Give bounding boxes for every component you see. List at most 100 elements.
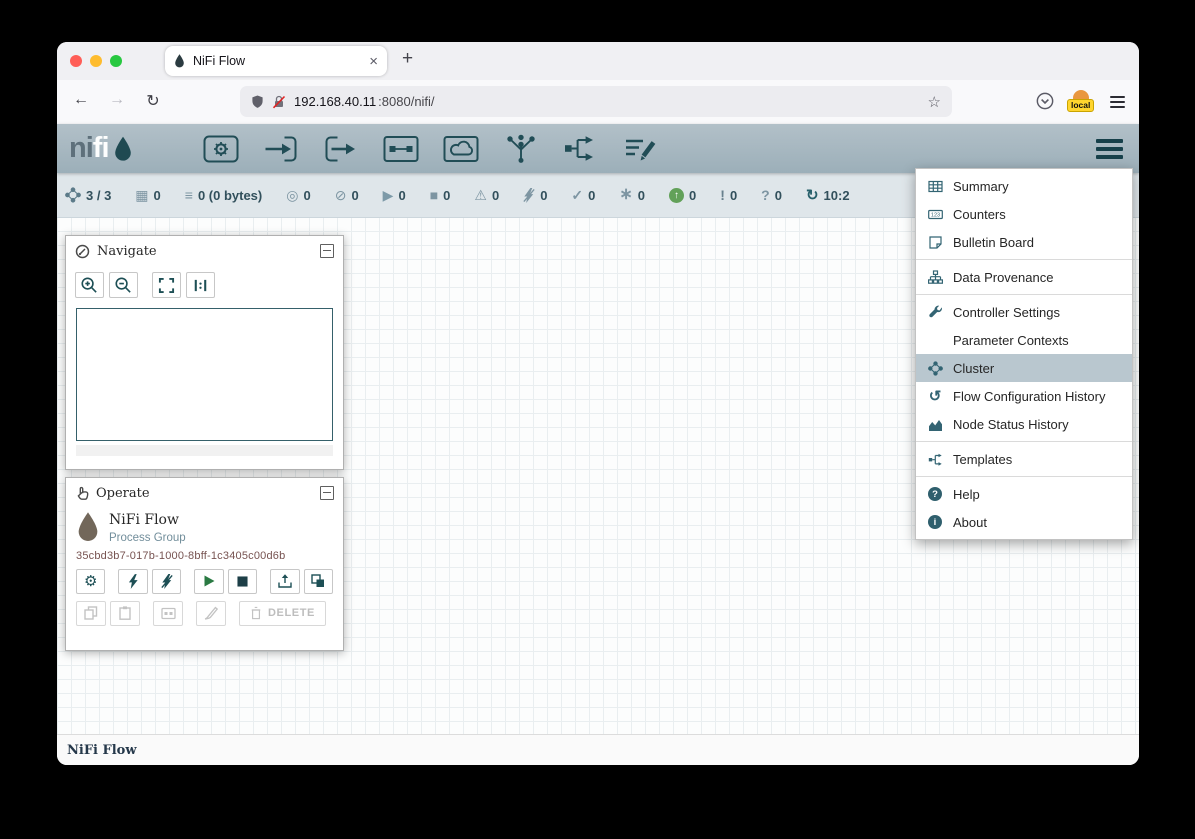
- zoom-in-button[interactable]: [75, 272, 104, 298]
- menu-item-data-provenance[interactable]: Data Provenance: [916, 263, 1132, 291]
- funnel-icon[interactable]: [503, 134, 539, 164]
- menu-item-about[interactable]: i About: [916, 508, 1132, 536]
- status-stale: ↑ 0: [669, 188, 696, 203]
- menu-item-summary[interactable]: Summary: [916, 172, 1132, 200]
- start-button[interactable]: [194, 569, 223, 594]
- running-count: 0: [398, 188, 405, 203]
- stop-button[interactable]: [228, 569, 257, 594]
- firefox-menu-button[interactable]: [1110, 96, 1125, 108]
- refresh-icon[interactable]: ↻: [806, 188, 819, 203]
- sync-failure-count: 0: [775, 188, 782, 203]
- bulletin-board-icon: [928, 235, 943, 250]
- menu-divider: [916, 441, 1132, 442]
- remote-process-group-icon[interactable]: [443, 134, 479, 164]
- data-provenance-icon: [928, 270, 943, 285]
- zoom-out-button[interactable]: [109, 272, 138, 298]
- disable-button[interactable]: [152, 569, 181, 594]
- upload-template-button[interactable]: [270, 569, 299, 594]
- reload-button[interactable]: ↻: [141, 91, 165, 111]
- lightning-slash-icon: [161, 574, 173, 589]
- birdseye-minimap[interactable]: [76, 308, 333, 441]
- url-host: 192.168.40.11: [294, 94, 376, 109]
- menu-item-label: Controller Settings: [953, 305, 1060, 320]
- zoom-actual-size-button[interactable]: [186, 272, 215, 298]
- operate-panel-header[interactable]: Operate: [66, 478, 343, 508]
- paste-button[interactable]: [110, 601, 140, 626]
- menu-item-flow-configuration-history[interactable]: ↺ Flow Configuration History: [916, 382, 1132, 410]
- extension-button[interactable]: local: [1071, 90, 1093, 112]
- zoom-out-icon: [114, 276, 133, 295]
- invalid-icon: ⚠: [474, 188, 487, 202]
- fill-color-button[interactable]: [196, 601, 226, 626]
- menu-item-cluster[interactable]: Cluster: [916, 354, 1132, 382]
- zoom-actual-size-icon: [192, 277, 209, 294]
- group-button[interactable]: [153, 601, 183, 626]
- zoom-fit-button[interactable]: [152, 272, 181, 298]
- component-toolbar: [203, 134, 659, 164]
- zoom-window-button[interactable]: [110, 55, 122, 67]
- menu-item-label: Templates: [953, 452, 1012, 467]
- close-window-button[interactable]: [70, 55, 82, 67]
- input-port-icon[interactable]: [263, 134, 299, 164]
- status-queued: ≡ 0 (0 bytes): [185, 188, 262, 203]
- create-template-button[interactable]: [304, 569, 333, 594]
- menu-item-label: Flow Configuration History: [953, 389, 1105, 404]
- template-icon[interactable]: [563, 134, 599, 164]
- url-bar[interactable]: 192.168.40.11 :8080/nifi/ ☆: [240, 86, 952, 117]
- menu-item-counters[interactable]: 123 Counters: [916, 200, 1132, 228]
- navigate-panel-header[interactable]: Navigate: [66, 236, 343, 266]
- logo-text-fi: fi: [93, 132, 109, 165]
- shield-icon[interactable]: [251, 95, 264, 109]
- menu-item-label: Counters: [953, 207, 1006, 222]
- minimize-window-button[interactable]: [90, 55, 102, 67]
- processor-icon[interactable]: [203, 134, 239, 164]
- status-up-to-date: ✓ 0: [571, 188, 595, 203]
- up-to-date-count: 0: [588, 188, 595, 203]
- output-port-icon[interactable]: [323, 134, 359, 164]
- menu-item-help[interactable]: ? Help: [916, 480, 1132, 508]
- configuration-button[interactable]: ⚙: [76, 569, 105, 594]
- enable-button[interactable]: [118, 569, 147, 594]
- not-transmitting-icon: ⊘: [335, 188, 347, 202]
- collapse-navigate-button[interactable]: [320, 244, 334, 258]
- play-icon: [203, 575, 215, 587]
- locally-modified-count: 0: [638, 188, 645, 203]
- bookmark-star-icon[interactable]: ☆: [928, 93, 941, 111]
- menu-item-controller-settings[interactable]: Controller Settings: [916, 298, 1132, 326]
- insecure-lock-icon[interactable]: [272, 95, 286, 109]
- back-button[interactable]: ←: [69, 91, 93, 109]
- forward-button[interactable]: →: [105, 91, 129, 109]
- menu-item-parameter-contexts[interactable]: Parameter Contexts: [916, 326, 1132, 354]
- copy-button[interactable]: [76, 601, 106, 626]
- stale-icon: ↑: [669, 188, 684, 203]
- cluster-icon: [928, 361, 943, 376]
- selected-component: NiFi Flow Process Group: [66, 508, 343, 544]
- nifi-global-menu-button[interactable]: [1096, 139, 1123, 159]
- url-path: :8080/nifi/: [378, 94, 434, 109]
- refresh-status[interactable]: ↻ 10:2: [806, 188, 850, 203]
- flow-drop-icon: [76, 512, 100, 542]
- about-icon: i: [928, 515, 942, 529]
- menu-item-templates[interactable]: Templates: [916, 445, 1132, 473]
- active-threads-icon: ▦: [135, 188, 148, 202]
- collapse-operate-button[interactable]: [320, 486, 334, 500]
- group-icon: [161, 607, 176, 620]
- new-tab-button[interactable]: +: [402, 48, 413, 70]
- navigate-toolbar: [66, 266, 343, 300]
- menu-item-bulletin-board[interactable]: Bulletin Board: [916, 228, 1132, 256]
- label-icon[interactable]: [623, 134, 659, 164]
- menu-divider: [916, 476, 1132, 477]
- compass-icon: [75, 244, 90, 259]
- menu-item-label: Data Provenance: [953, 270, 1053, 285]
- close-tab-icon[interactable]: ×: [369, 54, 378, 69]
- status-sync-failure: ? 0: [761, 188, 782, 203]
- wrench-icon: [928, 305, 943, 320]
- browser-tab[interactable]: NiFi Flow ×: [165, 46, 387, 76]
- menu-item-label: Help: [953, 487, 980, 502]
- menu-item-node-status-history[interactable]: Node Status History: [916, 410, 1132, 438]
- delete-button[interactable]: DELETE: [239, 601, 326, 626]
- operate-buttons-row-2: DELETE: [66, 594, 343, 626]
- pocket-icon[interactable]: [1036, 92, 1054, 110]
- breadcrumb[interactable]: NiFi Flow: [67, 743, 137, 758]
- process-group-icon[interactable]: [383, 134, 419, 164]
